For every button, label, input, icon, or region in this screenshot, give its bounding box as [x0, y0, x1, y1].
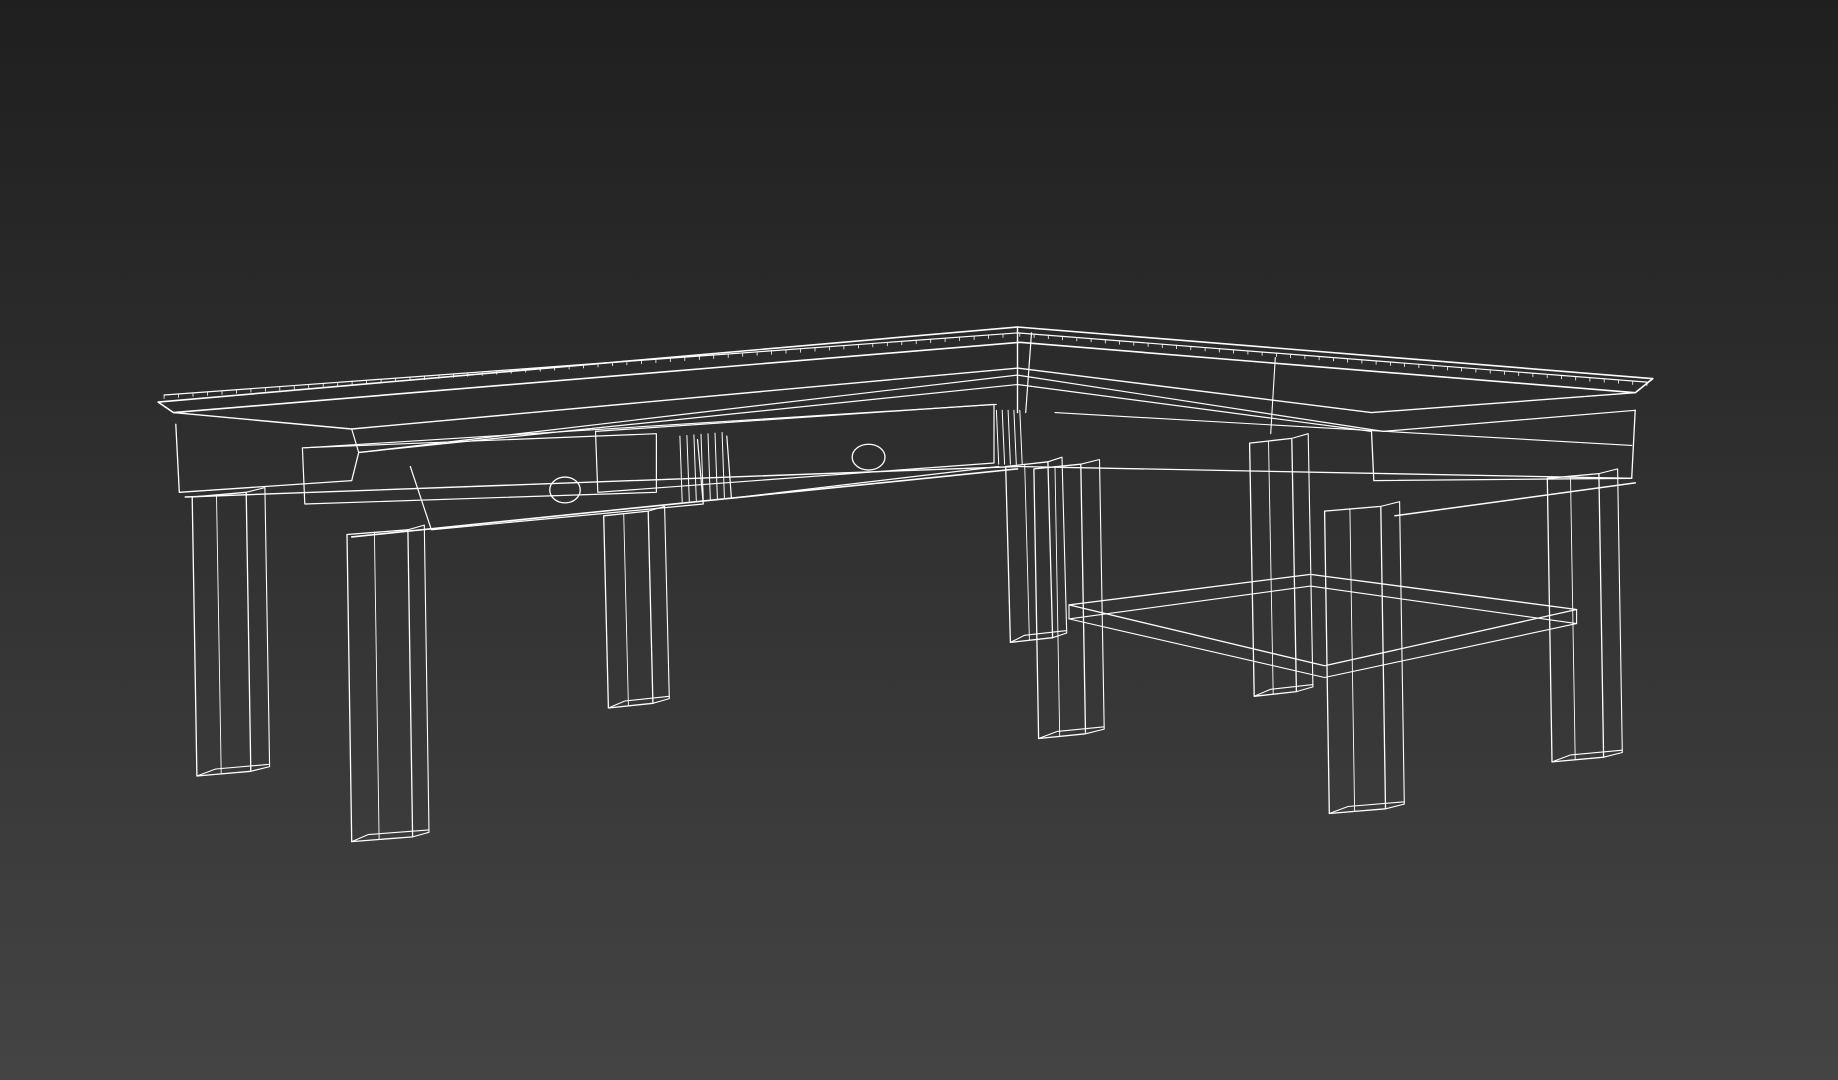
- leg-front-left-a-foot: [196, 763, 271, 777]
- leg-right-back-inner: [1268, 440, 1274, 695]
- corner-divider-slat: [1007, 409, 1011, 465]
- wire-group: [157, 326, 1654, 843]
- leg-corner-back-inner: [1024, 463, 1030, 641]
- drawer-divider-slat: [686, 435, 690, 502]
- drawer-right-knob: [851, 443, 886, 471]
- leg-far-right-front: [1546, 472, 1605, 763]
- drawer-left-knob: [549, 476, 581, 504]
- leg-front-left-b-front: [346, 529, 414, 843]
- drawer-divider-slat: [721, 432, 725, 499]
- drawer-divider-slat: [714, 432, 718, 500]
- apron-bottom-right: [1016, 465, 1633, 479]
- desk-top-outer-edge: [157, 326, 1654, 414]
- drawer-divider-slat: [679, 435, 683, 503]
- drawer-divider-slat: [693, 434, 697, 501]
- desk-top-corner-seam-2: [1025, 332, 1033, 414]
- corner-divider-slat: [1013, 409, 1017, 465]
- desk-top-upper-edge: [163, 332, 1648, 396]
- leg-mid-left-back-side: [647, 505, 670, 704]
- leg-mid-left-back-front: [603, 510, 654, 709]
- leg-mid-left-back-foot: [607, 695, 670, 709]
- leg-right-front-front: [1323, 505, 1387, 815]
- leg-corner-front-foot: [1038, 726, 1105, 740]
- leg-right-front-foot: [1328, 801, 1405, 815]
- leg-far-right-foot: [1551, 749, 1623, 763]
- desk-wireframe-model[interactable]: [0, 0, 1838, 1080]
- 3d-viewport[interactable]: [0, 0, 1838, 1080]
- leg-mid-left-back-inner: [623, 512, 629, 707]
- desk-top-bevel-line-b: [351, 383, 1373, 454]
- leg-front-left-a-front: [191, 491, 252, 777]
- desk-top-left-front-bevel: [157, 401, 175, 414]
- corner-divider-slat: [995, 409, 1000, 465]
- corner-divider-slat: [1019, 409, 1023, 465]
- desk-top-bevel-line-a: [172, 367, 1636, 430]
- leg-corner-front-inner: [1054, 466, 1061, 737]
- desk-top-right-front-bevel: [1634, 377, 1654, 394]
- leg-front-left-a-inner: [216, 494, 222, 775]
- leg-far-right-inner: [1570, 475, 1576, 761]
- drawer-divider-slat: [707, 433, 711, 500]
- apron-left-front: [175, 423, 360, 493]
- leg-corner-front-front: [1033, 463, 1087, 740]
- leg-front-left-b-inner: [373, 531, 380, 840]
- leg-front-left-b-side: [407, 524, 430, 838]
- desk-top-right-seam: [1270, 356, 1276, 435]
- corner-divider-slat: [1001, 409, 1006, 465]
- leg-right-back-foot: [1253, 684, 1314, 697]
